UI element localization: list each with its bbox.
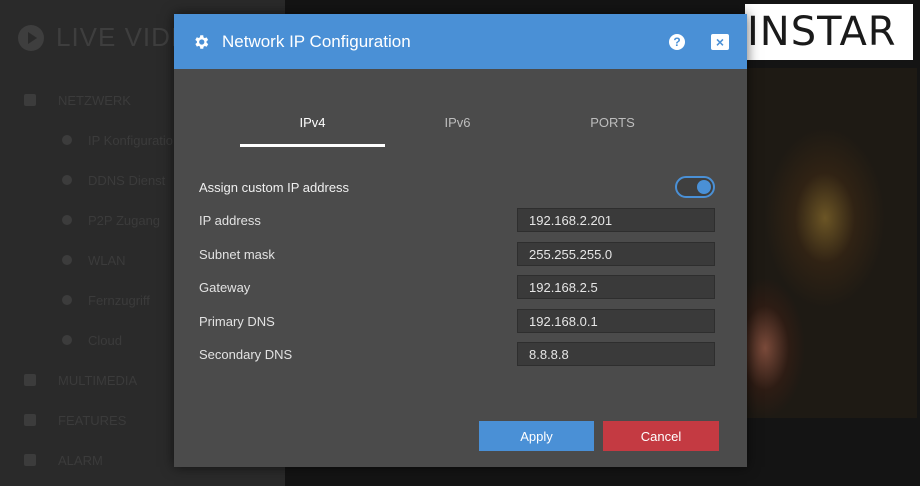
- nav-icon: [24, 94, 36, 106]
- subnet-mask-field[interactable]: 255.255.255.0: [517, 242, 715, 266]
- image-icon: [24, 374, 36, 386]
- primary-dns-field[interactable]: 192.168.0.1: [517, 309, 715, 333]
- subnet-mask-row: Subnet mask 255.255.255.0: [199, 242, 715, 266]
- gateway-field[interactable]: 192.168.2.5: [517, 275, 715, 299]
- gear-icon: [195, 34, 209, 49]
- nav-icon: [62, 175, 72, 185]
- nav-label: NETZWERK: [58, 92, 131, 108]
- nav-label: DDNS Dienst: [88, 172, 166, 188]
- nav-icon: [62, 295, 72, 305]
- cloud-icon: [62, 335, 72, 345]
- network-ip-dialog: Network IP Configuration ? × IPv4 IPv6 P…: [174, 14, 747, 467]
- close-icon[interactable]: ×: [711, 33, 729, 50]
- nav-label: IP Konfiguration: [88, 132, 181, 148]
- nav-label: ALARM: [58, 452, 103, 468]
- apply-button[interactable]: Apply: [479, 421, 594, 451]
- tab-bar: IPv4 IPv6 PORTS: [240, 107, 695, 147]
- nav-label: Fernzugriff: [88, 292, 150, 308]
- nav-label: Cloud: [88, 332, 122, 348]
- brand-logo: INSTAR: [745, 4, 913, 60]
- gear-icon: [24, 414, 36, 426]
- ip-address-label: IP address: [199, 212, 261, 228]
- dialog-header: Network IP Configuration ? ×: [174, 14, 747, 69]
- custom-ip-label: Assign custom IP address: [199, 179, 350, 195]
- nav-label: WLAN: [88, 252, 126, 268]
- custom-ip-toggle[interactable]: [675, 176, 715, 198]
- subnet-mask-label: Subnet mask: [199, 246, 275, 262]
- nav-label: P2P Zugang: [88, 212, 161, 228]
- gateway-row: Gateway 192.168.2.5: [199, 275, 715, 299]
- nav-icon: [62, 135, 72, 145]
- play-icon: [18, 24, 44, 51]
- gateway-label: Gateway: [199, 279, 251, 295]
- tab-ipv6[interactable]: IPv6: [385, 107, 530, 147]
- ip-address-field[interactable]: 192.168.2.201: [517, 208, 715, 232]
- ip-address-row: IP address 192.168.2.201: [199, 208, 715, 232]
- tab-ipv4[interactable]: IPv4: [240, 107, 385, 147]
- cancel-button[interactable]: Cancel: [603, 421, 719, 451]
- tab-ports[interactable]: PORTS: [530, 107, 695, 147]
- primary-dns-row: Primary DNS 192.168.0.1: [199, 309, 715, 333]
- bell-icon: [24, 454, 36, 466]
- nav-label: FEATURES: [58, 412, 127, 428]
- dialog-title: Network IP Configuration: [222, 31, 411, 51]
- video-preview: [745, 68, 917, 418]
- help-icon[interactable]: ?: [669, 33, 685, 50]
- custom-ip-row: Assign custom IP address: [199, 175, 715, 199]
- primary-dns-label: Primary DNS: [199, 313, 275, 329]
- secondary-dns-field[interactable]: 8.8.8.8: [517, 342, 715, 366]
- nav-icon: [62, 215, 72, 225]
- toggle-knob: [697, 180, 711, 194]
- wifi-icon: [62, 255, 72, 265]
- secondary-dns-row: Secondary DNS 8.8.8.8: [199, 342, 715, 366]
- nav-label: MULTIMEDIA: [58, 372, 138, 388]
- secondary-dns-label: Secondary DNS: [199, 346, 293, 362]
